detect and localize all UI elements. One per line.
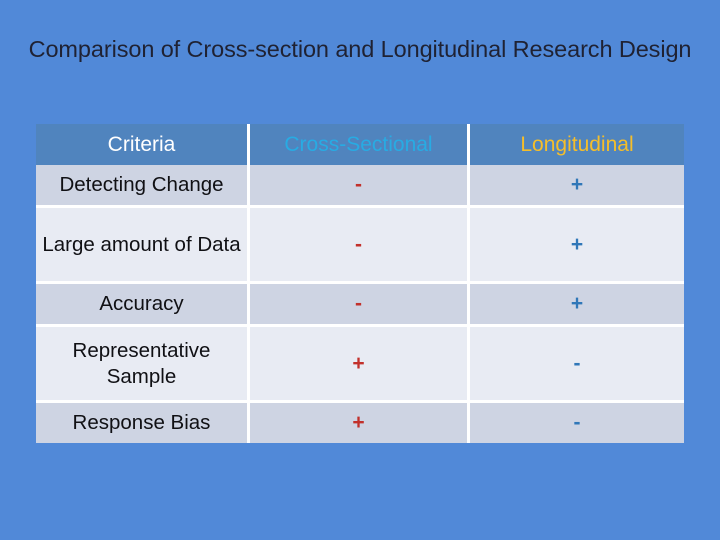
table-header-row: Criteria Cross-Sectional Longitudinal <box>36 124 684 165</box>
table-row: Representative Sample + - <box>36 327 684 403</box>
page-title: Comparison of Cross-section and Longitud… <box>28 36 692 62</box>
cell-criteria: Accuracy <box>36 284 250 327</box>
table-header: Criteria Cross-Sectional Longitudinal <box>36 124 684 165</box>
cell-longitudinal-mark: + <box>470 165 684 208</box>
table-row: Accuracy - + <box>36 284 684 327</box>
cell-criteria: Detecting Change <box>36 165 250 208</box>
table-row: Detecting Change - + <box>36 165 684 208</box>
cell-longitudinal-mark: - <box>470 327 684 403</box>
slide-canvas: Comparison of Cross-section and Longitud… <box>0 0 720 540</box>
table-row: Response Bias + - <box>36 403 684 443</box>
cell-criteria: Response Bias <box>36 403 250 443</box>
cell-longitudinal-mark: + <box>470 284 684 327</box>
cell-cross-sectional-mark: - <box>250 284 470 327</box>
table-row: Large amount of Data - + <box>36 208 684 284</box>
cell-criteria: Representative Sample <box>36 327 250 403</box>
cell-longitudinal-mark: + <box>470 208 684 284</box>
column-header-longitudinal: Longitudinal <box>470 124 684 165</box>
cell-cross-sectional-mark: + <box>250 327 470 403</box>
cell-criteria: Large amount of Data <box>36 208 250 284</box>
column-header-criteria: Criteria <box>36 124 250 165</box>
cell-longitudinal-mark: - <box>470 403 684 443</box>
table-body: Detecting Change - + Large amount of Data - +… <box>36 165 684 443</box>
cell-cross-sectional-mark: - <box>250 208 470 284</box>
cell-cross-sectional-mark: - <box>250 165 470 208</box>
comparison-table: Criteria Cross-Sectional Longitudinal De… <box>36 124 684 443</box>
cell-cross-sectional-mark: + <box>250 403 470 443</box>
column-header-cross-sectional: Cross-Sectional <box>250 124 470 165</box>
